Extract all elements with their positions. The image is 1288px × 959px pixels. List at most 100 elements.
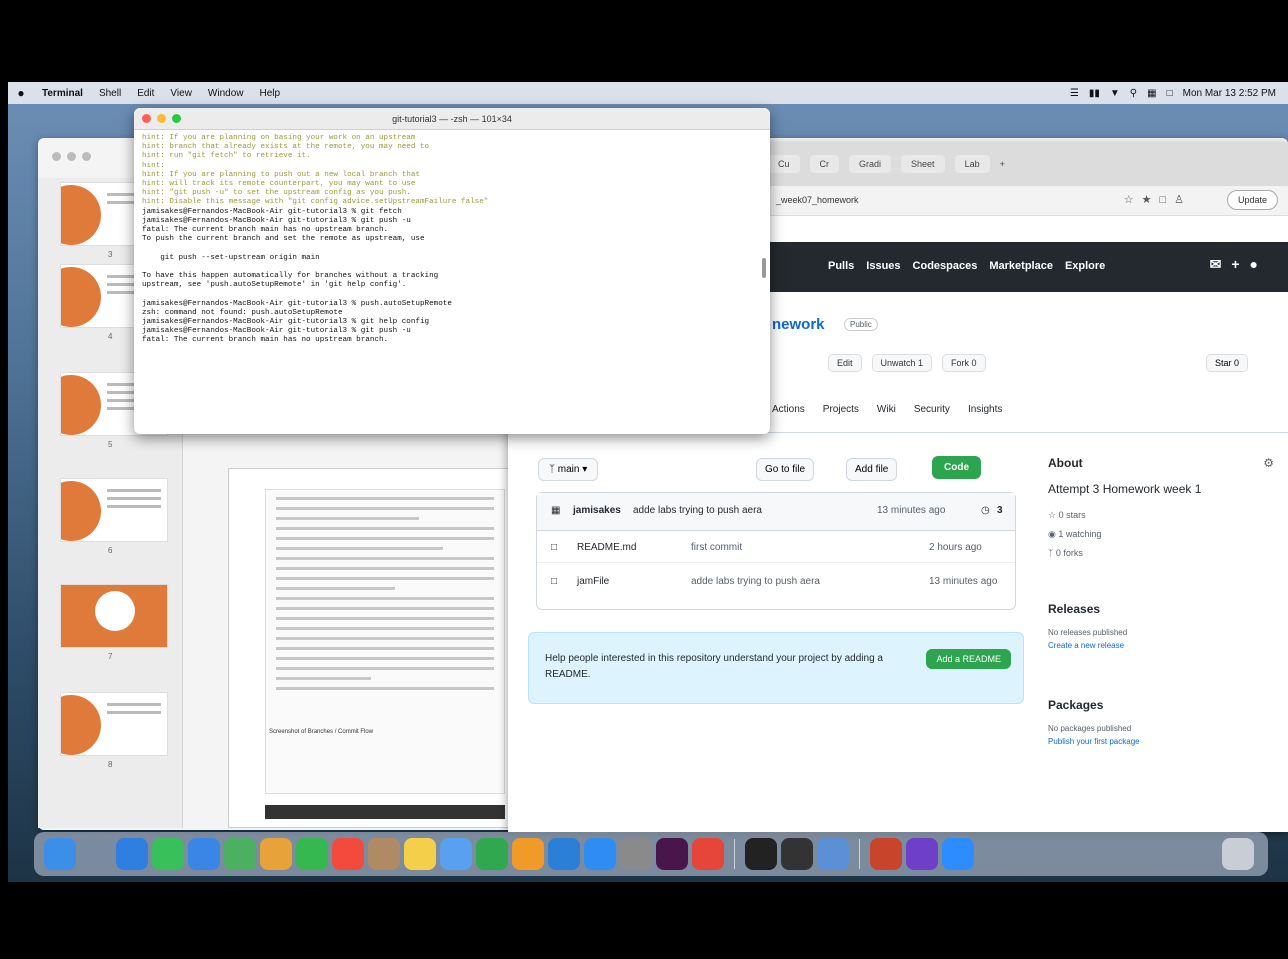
close-icon[interactable] (52, 152, 61, 161)
battery-icon[interactable]: ▮▮ (1089, 88, 1100, 99)
slide-thumbnail[interactable] (60, 478, 168, 542)
code-button[interactable]: Code (932, 456, 981, 479)
control-center-icon[interactable]: ▦ (1147, 88, 1156, 99)
file-row[interactable]: □ jamFile adde labs trying to push aera … (537, 565, 1015, 597)
menu-clock[interactable]: Mon Mar 13 2:52 PM (1183, 88, 1276, 99)
terminal-icon[interactable] (745, 838, 777, 870)
preview-icon[interactable] (817, 838, 849, 870)
go-to-file-button[interactable]: Go to file (756, 458, 815, 481)
menu-item-edit[interactable]: Edit (129, 88, 162, 99)
slide-thumbnail[interactable] (60, 584, 168, 648)
wifi-icon[interactable]: ▼ (1110, 88, 1120, 99)
zoom-icon[interactable] (942, 838, 974, 870)
file-commit-message[interactable]: first commit (691, 542, 742, 553)
commit-time[interactable]: 13 minutes ago (877, 505, 945, 516)
menu-item-shell[interactable]: Shell (91, 88, 129, 99)
browser-tab[interactable]: Cr (809, 155, 840, 173)
calendar-icon[interactable] (332, 838, 364, 870)
pages-icon[interactable] (512, 838, 544, 870)
terminal-output[interactable]: hint: If you are planning on basing your… (142, 134, 758, 346)
tab-projects[interactable]: Projects (823, 404, 859, 415)
mail-icon[interactable] (188, 838, 220, 870)
commit-author[interactable]: jamisakes (573, 505, 621, 516)
safari-icon[interactable] (116, 838, 148, 870)
tab-wiki[interactable]: Wiki (877, 404, 896, 415)
nav-codespaces[interactable]: Codespaces (913, 260, 978, 272)
add-file-button[interactable]: Add file (846, 458, 898, 481)
minimize-icon[interactable] (157, 114, 166, 123)
tab-actions[interactable]: Actions (772, 404, 805, 415)
nav-marketplace[interactable]: Marketplace (989, 260, 1053, 272)
contacts-icon[interactable] (368, 838, 400, 870)
finder-icon[interactable] (44, 838, 76, 870)
nav-pulls[interactable]: Pulls (828, 260, 854, 272)
terminal-scrollbar[interactable] (762, 258, 766, 278)
browser-tab[interactable]: Cu (768, 155, 800, 173)
close-icon[interactable] (142, 114, 151, 123)
terminal-window[interactable]: git-tutorial3 — -zsh — 101×34 hint: If y… (134, 108, 770, 434)
publish-package-link[interactable]: Publish your first package (1048, 737, 1278, 746)
file-commit-message[interactable]: adde labs trying to push aera (691, 576, 820, 587)
star-button[interactable]: Star 0 (1205, 354, 1248, 372)
settings-icon[interactable] (620, 838, 652, 870)
minimize-icon[interactable] (67, 152, 76, 161)
menu-item-help[interactable]: Help (252, 88, 289, 99)
commit-count[interactable]: 3 (997, 505, 1003, 516)
numbers-icon[interactable] (476, 838, 508, 870)
messages-icon[interactable] (152, 838, 184, 870)
tab-insights[interactable]: Insights (968, 404, 1002, 415)
tab-security[interactable]: Security (914, 404, 950, 415)
forks-stat[interactable]: ᛉ 0 forks (1048, 548, 1278, 558)
github-desktop-icon[interactable] (906, 838, 938, 870)
screen-icon[interactable]: □ (1167, 88, 1173, 99)
zoom-icon[interactable] (82, 152, 91, 161)
reminders-icon[interactable] (440, 838, 472, 870)
create-release-link[interactable]: Create a new release (1048, 641, 1278, 650)
terminal-2-icon[interactable] (781, 838, 813, 870)
history-icon[interactable]: ◷ (981, 505, 990, 516)
packages-title[interactable]: Packages (1048, 698, 1278, 712)
apple-icon[interactable]: ● (8, 86, 34, 100)
new-tab-icon[interactable]: + (1000, 159, 1005, 169)
url-text[interactable]: _week07_homework (776, 195, 859, 205)
file-row[interactable]: □ README.md first commit 2 hours ago (537, 531, 1015, 563)
keynote-icon[interactable] (548, 838, 580, 870)
header-icons[interactable]: ✉+● (1210, 256, 1268, 273)
stars-stat[interactable]: ☆ 0 stars (1048, 510, 1278, 521)
facetime-icon[interactable] (296, 838, 328, 870)
browser-tab[interactable]: Lab (954, 155, 990, 173)
trash-icon[interactable] (1222, 838, 1254, 870)
photos-icon[interactable] (260, 838, 292, 870)
powerpoint-icon[interactable] (870, 838, 902, 870)
zoom-icon[interactable] (172, 114, 181, 123)
watch-button[interactable]: Unwatch 1 (871, 354, 933, 372)
commit-message[interactable]: adde labs trying to push aera (633, 505, 762, 516)
spotlight-icon[interactable]: ⚲ (1130, 88, 1137, 99)
edit-pins-button[interactable]: Edit (828, 354, 862, 372)
maps-icon[interactable] (224, 838, 256, 870)
browser-tab[interactable]: Sheet (901, 155, 945, 173)
launchpad-icon[interactable] (80, 838, 112, 870)
browser-tab[interactable]: Gradi (849, 155, 892, 173)
nav-issues[interactable]: Issues (866, 260, 900, 272)
toolbar-icons[interactable]: ☆★□♙ (1124, 193, 1192, 206)
add-readme-button[interactable]: Add a README (926, 649, 1011, 669)
branch-selector[interactable]: ᛉ main ▾ (538, 458, 599, 481)
update-button[interactable]: Update (1226, 190, 1278, 210)
menu-item-terminal[interactable]: Terminal (34, 88, 91, 99)
slide-thumbnail[interactable] (60, 692, 168, 756)
menu-icon[interactable]: ☰ (1070, 88, 1079, 99)
menu-item-window[interactable]: Window (200, 88, 252, 99)
nav-explore[interactable]: Explore (1065, 260, 1105, 272)
fork-button[interactable]: Fork 0 (942, 354, 986, 372)
app-store-icon[interactable] (584, 838, 616, 870)
file-name[interactable]: jamFile (577, 576, 609, 587)
chrome-icon[interactable] (692, 838, 724, 870)
releases-title[interactable]: Releases (1048, 602, 1278, 616)
file-name[interactable]: README.md (577, 542, 636, 553)
menu-item-view[interactable]: View (162, 88, 200, 99)
notes-icon[interactable] (404, 838, 436, 870)
repo-name[interactable]: nework (772, 316, 825, 333)
slack-icon[interactable] (656, 838, 688, 870)
watching-stat[interactable]: ◉ 1 watching (1048, 529, 1278, 540)
